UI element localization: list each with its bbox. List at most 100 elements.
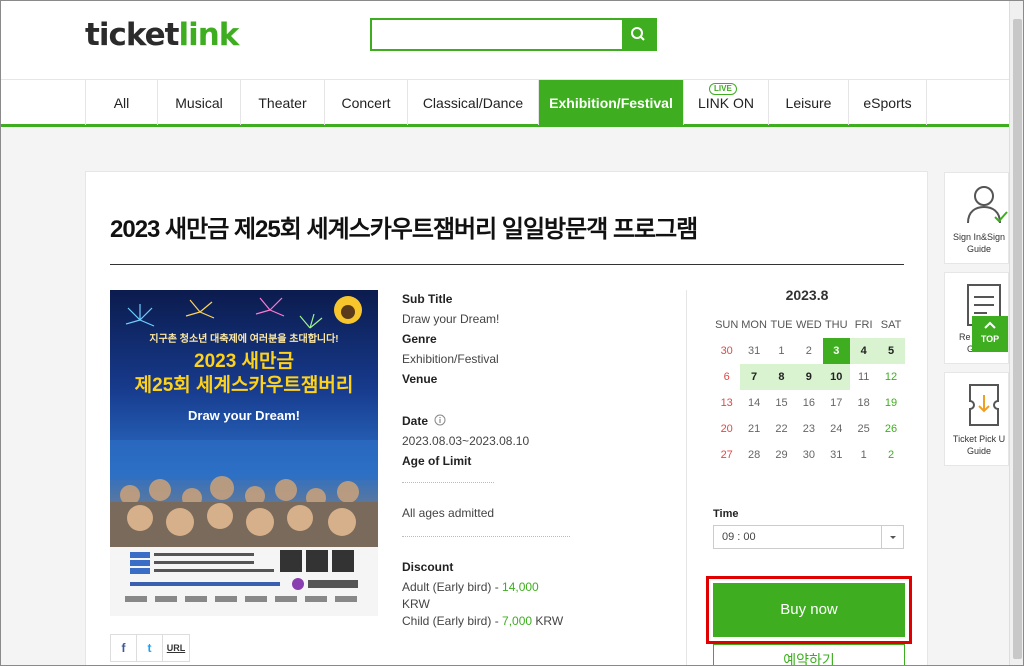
calendar-day: 15 (775, 397, 788, 409)
calendar-day: 18 (857, 397, 870, 409)
calendar-day[interactable]: 3 (822, 338, 850, 364)
calendar-week-row: 27 28 29 30 31 1 2 (713, 442, 905, 468)
search-button[interactable] (622, 20, 655, 49)
title-divider (110, 264, 904, 265)
nav-leisure[interactable]: Leisure (768, 80, 848, 125)
nav-exhibition-festival[interactable]: Exhibition/Festival (538, 80, 683, 125)
nav-concert[interactable]: Concert (324, 80, 407, 125)
calendar-day: 13 (720, 397, 733, 409)
logo-text-b: link (178, 17, 239, 53)
calendar-day[interactable]: 4 (849, 338, 878, 364)
calendar-day: 27 (720, 449, 733, 461)
buy-now-button[interactable]: Buy now (713, 583, 905, 637)
time-value: 09 : 00 (722, 531, 756, 543)
calendar-week-row: 20 21 22 23 24 25 26 (713, 416, 905, 442)
calendar-weekday-row: SUN MON TUE WED THU FRI SAT (713, 312, 905, 338)
share-bar: f t URL (110, 634, 190, 662)
weekday-label: WED (796, 319, 822, 331)
calendar-week-row: 6 7 8 9 10 11 12 (713, 364, 905, 390)
url-share-button[interactable]: URL (163, 635, 189, 661)
venue-label: Venue (402, 372, 438, 386)
discount-label: Discount (402, 560, 454, 574)
calendar-day: 6 (723, 371, 730, 383)
nav-musical[interactable]: Musical (157, 80, 240, 125)
chevron-up-icon (984, 321, 996, 329)
calendar-day[interactable]: 10 (822, 364, 850, 390)
calendar-day[interactable]: 9 (795, 364, 823, 390)
ticket-pickup-guide[interactable]: Ticket Pick U Guide (944, 372, 1009, 466)
event-title: 2023 새만금 제25회 세계스카우트잼버리 일일방문객 프로그램 (110, 216, 698, 243)
calendar-day: 1 (778, 345, 785, 357)
reserve-button[interactable]: 예약하기 (713, 644, 905, 665)
booking-divider (686, 290, 687, 665)
user-check-icon (967, 186, 1008, 224)
nav-link-on[interactable]: LIVE LINK ON (683, 80, 768, 125)
poster-title-1: 2023 새만금 (194, 351, 294, 372)
pickup-guide-line2: Guide (966, 446, 992, 456)
signin-guide-line1: Sign In&Sign (952, 232, 1006, 242)
weekday-label: TUE (770, 319, 793, 331)
ticket-download-icon (969, 384, 999, 426)
calendar-day: 2 (887, 449, 895, 461)
calendar-day: 25 (857, 423, 870, 435)
chevron-down-icon (881, 526, 903, 548)
calendar-day: 29 (775, 449, 788, 461)
calendar-month: 2023.8 (785, 287, 829, 303)
poster-slogan: Draw your Dream! (188, 408, 300, 423)
calendar-day: 26 (884, 423, 898, 435)
time-label: Time (713, 508, 739, 520)
live-badge: LIVE (709, 83, 737, 95)
ticketlink-logo[interactable]: ticketlink (85, 17, 239, 53)
calendar-day: 24 (830, 423, 843, 435)
subtitle-label: Sub Title (402, 292, 453, 306)
genre-label: Genre (402, 332, 437, 346)
page-scrollbar[interactable] (1009, 1, 1023, 665)
discount-child-unit: KRW (532, 614, 564, 628)
calendar-day[interactable]: 8 (767, 364, 796, 390)
nav-esports[interactable]: eSports (848, 80, 927, 125)
discount-adult-label: Adult (Early bird) - (402, 580, 503, 594)
signin-guide[interactable]: Sign In&Sign Guide (944, 172, 1009, 264)
calendar-week-row: 13 14 15 16 17 18 19 (713, 390, 905, 416)
discount-child-price: 7,000 (502, 614, 533, 628)
calendar-day: 17 (830, 397, 843, 409)
calendar-day: 20 (720, 423, 733, 435)
calendar-day[interactable]: 7 (740, 364, 768, 390)
logo-text-a: ticket (85, 17, 179, 53)
calendar-day: 31 (830, 449, 843, 461)
event-detail-card: 2023 새만금 제25회 세계스카우트잼버리 일일방문객 프로그램 지구촌 청… (85, 171, 928, 665)
scrollbar-thumb[interactable] (1013, 19, 1022, 659)
time-select[interactable]: 09 : 00 (713, 525, 904, 549)
calendar-day: 23 (802, 423, 815, 435)
category-nav: All Musical Theater Concert Classical/Da… (1, 79, 1009, 127)
weekday-label: SAT (880, 319, 902, 331)
date-row: Date (402, 414, 652, 434)
calendar-grid: SUN MON TUE WED THU FRI SAT 30 31 1 2 3 4 5 6 7 8 9 10 11 12… (713, 312, 905, 468)
weekday-label: FRI (854, 319, 873, 331)
date-label: Date (402, 414, 429, 428)
event-poster: 지구촌 청소년 대축제에 여러분을 초대합니다! 2023 새만금 제25회 세… (110, 290, 378, 616)
nav-all[interactable]: All (85, 80, 157, 125)
weekday-label: THU (824, 319, 848, 331)
search-input[interactable] (372, 20, 624, 49)
twitter-share-button[interactable]: t (137, 635, 163, 661)
date-value: 2023.08.03~2023.08.10 (402, 434, 530, 448)
facebook-icon: f (121, 641, 126, 655)
weekday-label: SUN (715, 319, 739, 331)
discount-child-label: Child (Early bird) - (402, 614, 503, 628)
calendar-day: 19 (884, 397, 898, 409)
calendar-day[interactable]: 5 (877, 338, 905, 364)
calendar-day: 30 (802, 449, 815, 461)
nav-classical-dance[interactable]: Classical/Dance (407, 80, 538, 125)
browser-frame: ticketlink All Musical Theater Concert C… (0, 0, 1024, 666)
nav-theater[interactable]: Theater (240, 80, 324, 125)
info-icon[interactable] (434, 414, 446, 426)
calendar-day: 14 (747, 397, 761, 409)
facebook-share-button[interactable]: f (111, 635, 137, 661)
poster-tagline: 지구촌 청소년 대축제에 여러분을 초대합니다! (149, 334, 339, 345)
calendar-day: 2 (805, 345, 812, 357)
calendar-day: 1 (860, 449, 867, 461)
scroll-top-button[interactable]: TOP (972, 316, 1008, 352)
site-header: ticketlink (1, 1, 1009, 79)
event-info: Sub Title Draw your Dream! Genre Exhibit… (402, 292, 652, 631)
